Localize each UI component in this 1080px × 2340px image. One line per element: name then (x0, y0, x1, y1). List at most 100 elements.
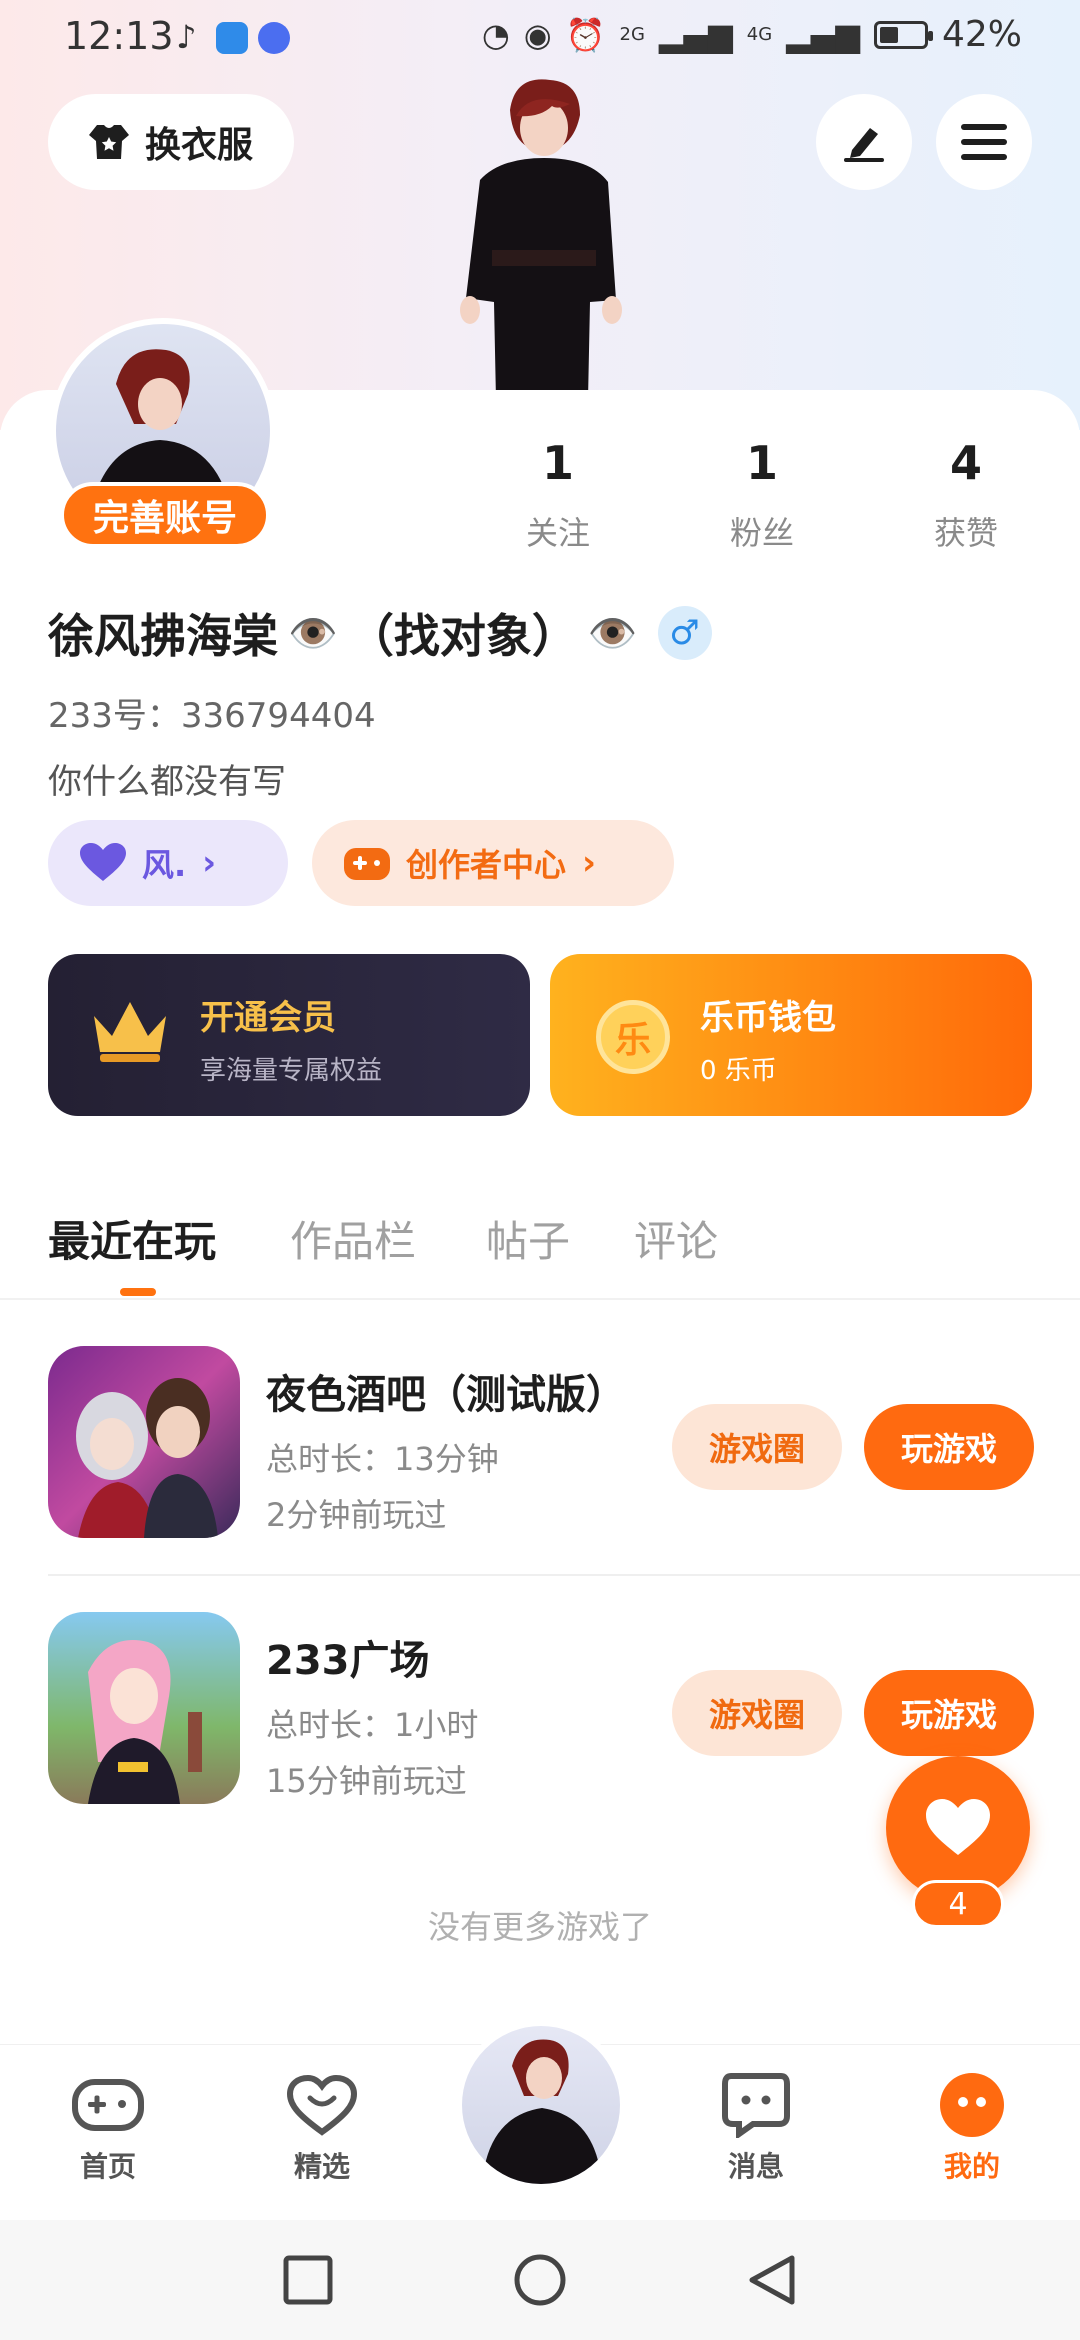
chevron-right-icon: › (202, 843, 217, 883)
alarm-icon: ⏰ (565, 15, 606, 54)
night-bar-artwork (76, 1378, 218, 1538)
music-note-icon: ♪ (176, 18, 197, 56)
nav-messages-label: 消息 (727, 2150, 784, 2183)
followers-count: 1 (745, 436, 778, 490)
vip-subtitle: 享海量专属权益 (200, 1056, 383, 1086)
eye-emoji: 👁️ (288, 610, 338, 657)
home-circle-icon[interactable] (510, 2250, 570, 2310)
status-bar: 12:13 ♪ ◔ ◉ ⏰ 2G ▂▄▆ 4G ▂▄▆ 42% (0, 0, 1080, 80)
nav-messages[interactable]: 消息 (686, 2073, 826, 2185)
system-navigation-bar (0, 2220, 1080, 2340)
creator-center-label: 创作者中心 (406, 846, 567, 884)
followers-label: 粉丝 (729, 514, 794, 552)
coin-icon: 乐 (596, 1000, 670, 1074)
chevron-right-icon: › (582, 843, 597, 883)
divider (48, 1574, 1080, 1576)
stat-likes[interactable]: 4 获赞 (886, 436, 1046, 554)
avatar-3d-figure[interactable] (440, 70, 640, 400)
coin-title: 乐币钱包 (700, 998, 836, 1038)
edit-profile-button[interactable] (816, 94, 912, 190)
tab-posts[interactable]: 帖子 (486, 1208, 570, 1269)
heart-icon (926, 1799, 990, 1855)
coin-wallet-card[interactable]: 乐 乐币钱包 0 乐币 (550, 954, 1032, 1116)
stat-following[interactable]: 1 关注 (478, 436, 638, 554)
profile-name: 徐风拂海棠 (48, 609, 278, 663)
likes-label: 获赞 (933, 514, 998, 552)
nav-profile[interactable]: 我的 (902, 2073, 1042, 2185)
recent-apps-icon[interactable] (278, 2250, 338, 2310)
list-item[interactable]: 夜色酒吧（测试版） 总时长：13分钟 2分钟前玩过 游戏圈 玩游戏 (48, 1346, 1080, 1546)
gamepad-icon (344, 848, 390, 880)
eye-emoji-2: 👁️ (587, 610, 638, 657)
battery-percent: 42% (941, 14, 1022, 55)
game-circle-button[interactable]: 游戏圈 (672, 1404, 842, 1490)
following-label: 关注 (525, 514, 590, 552)
center-avatar-button[interactable] (456, 2020, 626, 2190)
coin-balance: 0 乐币 (700, 1056, 777, 1086)
game-last-played: 15分钟前玩过 (266, 1762, 467, 1800)
feng-tag-label: 风. (142, 846, 187, 884)
signal-icon: ▂▄▆ (658, 15, 733, 54)
status-time: 12:13 (64, 14, 174, 58)
battery-icon (873, 20, 933, 49)
speed-icon: ◔ (481, 15, 510, 54)
game-icon-233-plaza[interactable] (48, 1612, 240, 1804)
heart-chat-icon (286, 2073, 358, 2137)
battery-fill (879, 26, 898, 43)
profile-tabs: 最近在玩 作品栏 帖子 评论 (0, 1190, 1080, 1300)
game-circle-button[interactable]: 游戏圈 (672, 1670, 842, 1756)
game-duration: 总时长：1小时 (266, 1706, 479, 1744)
following-count: 1 (541, 436, 574, 490)
tshirt-icon (88, 125, 129, 159)
feng-tag-button[interactable]: 风. › (48, 820, 288, 906)
uid-value: 336794404 (180, 696, 376, 736)
gamepad-icon (72, 2073, 144, 2137)
male-gender-icon: ♂ (657, 606, 712, 660)
nav-home[interactable]: 首页 (38, 2073, 178, 2185)
vip-membership-card[interactable]: 开通会员 享海量专属权益 (48, 954, 530, 1116)
nav-featured-label: 精选 (293, 2150, 350, 2183)
menu-icon (961, 124, 1007, 160)
plaza-artwork (88, 1640, 202, 1804)
tab-recent[interactable]: 最近在玩 (48, 1208, 216, 1269)
crown-icon (94, 1002, 166, 1062)
vip-title: 开通会员 (200, 998, 336, 1038)
like-button[interactable] (886, 1756, 1030, 1900)
active-tab-indicator (120, 1288, 156, 1296)
music-app-icon (258, 22, 290, 54)
nav-home-label: 首页 (79, 2150, 136, 2183)
center-avatar-portrait (482, 2039, 602, 2184)
edit-icon (844, 128, 884, 162)
purple-heart-icon (80, 843, 126, 881)
game-duration: 总时长：13分钟 (266, 1440, 499, 1478)
play-game-button[interactable]: 玩游戏 (864, 1670, 1034, 1756)
game-icon-night-bar[interactable] (48, 1346, 240, 1538)
signal-icon-2: ▂▄▆ (786, 15, 860, 54)
creator-center-button[interactable]: 创作者中心 › (312, 820, 674, 906)
complete-account-badge[interactable]: 完善账号 (60, 482, 270, 548)
nav-featured[interactable]: 精选 (252, 2073, 392, 2185)
coin-glyph: 乐 (614, 1020, 651, 1061)
message-icon (720, 2073, 792, 2138)
weather-app-icon (216, 22, 248, 54)
stat-followers[interactable]: 1 粉丝 (682, 436, 842, 554)
profile-face-icon (936, 2073, 1008, 2137)
likes-count: 4 (949, 436, 982, 490)
profile-name-row: 徐风拂海棠 👁️ （找对象） 👁️ ♂ (48, 600, 712, 666)
profile-name-suffix: （找对象） (347, 609, 578, 663)
eye-comfort-icon: ◉ (523, 15, 552, 54)
nav-profile-label: 我的 (943, 2150, 1000, 2183)
play-game-button[interactable]: 玩游戏 (864, 1404, 1034, 1490)
no-more-games-text: 没有更多游戏了 (427, 1908, 652, 1946)
change-outfit-label: 换衣服 (144, 125, 253, 166)
profile-bio[interactable]: 你什么都没有写 (48, 754, 286, 803)
user-id[interactable]: 233号：336794404 (48, 688, 376, 737)
back-triangle-icon[interactable] (742, 2250, 802, 2310)
menu-button[interactable] (936, 94, 1032, 190)
game-title: 夜色酒吧（测试版） (266, 1372, 626, 1418)
tab-comments[interactable]: 评论 (634, 1208, 718, 1269)
change-outfit-button[interactable]: 换衣服 (48, 94, 294, 190)
tab-works[interactable]: 作品栏 (290, 1208, 416, 1269)
game-title: 233广场 (266, 1638, 430, 1684)
signal-label-1: 2G (619, 24, 645, 45)
